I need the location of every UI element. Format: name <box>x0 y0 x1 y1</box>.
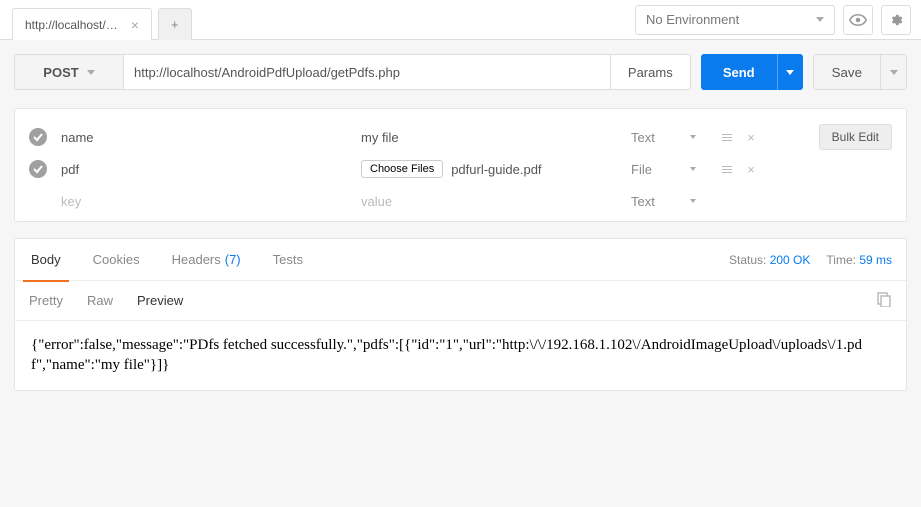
send-group: Send <box>701 54 803 90</box>
tab-cookies[interactable]: Cookies <box>91 239 142 281</box>
save-group: Save <box>813 54 907 90</box>
method-select[interactable]: POST <box>14 54 124 90</box>
response-body: {"error":false,"message":"PDfs fetched s… <box>15 321 906 390</box>
chevron-down-icon <box>690 167 696 171</box>
view-pretty[interactable]: Pretty <box>29 293 63 308</box>
topbar-right: No Environment <box>635 0 921 39</box>
gear-icon <box>889 13 903 27</box>
time-label: Time: <box>826 253 856 267</box>
drag-icon <box>722 166 732 173</box>
settings-button[interactable] <box>881 5 911 35</box>
send-dropdown-button[interactable] <box>777 54 803 90</box>
param-type-dropdown[interactable] <box>681 135 705 139</box>
new-tab-button[interactable]: + <box>158 8 192 40</box>
delete-row-button[interactable]: × <box>739 125 763 149</box>
eye-icon <box>849 14 867 26</box>
method-label: POST <box>43 65 78 80</box>
tab-body[interactable]: Body <box>29 239 63 281</box>
drag-handle[interactable] <box>715 125 739 149</box>
row-enable-toggle <box>29 192 47 210</box>
request-tab[interactable]: http://localhost/Andro × <box>12 8 152 40</box>
chevron-down-icon <box>87 70 95 75</box>
param-type-dropdown[interactable] <box>681 199 705 203</box>
environment-label: No Environment <box>646 12 739 27</box>
param-key[interactable]: pdf <box>61 162 361 177</box>
row-enable-toggle[interactable] <box>29 160 47 178</box>
check-icon <box>33 132 43 142</box>
request-builder: POST Params Send Save name my file Text … <box>0 40 921 222</box>
tab-tests[interactable]: Tests <box>271 239 305 281</box>
delete-row-button[interactable]: × <box>739 157 763 181</box>
param-type: File <box>631 162 681 177</box>
tab-strip: http://localhost/Andro × + <box>0 0 192 39</box>
tab-headers[interactable]: Headers (7) <box>170 239 243 281</box>
send-button[interactable]: Send <box>701 54 777 90</box>
save-dropdown-button[interactable] <box>881 54 907 90</box>
param-row: pdf Choose Files pdfurl-guide.pdf File × <box>15 153 906 185</box>
chevron-down-icon <box>816 17 824 22</box>
close-icon: × <box>747 130 755 145</box>
status-label: Status: <box>729 253 766 267</box>
time-value: 59 ms <box>859 253 892 267</box>
response-panel: Body Cookies Headers (7) Tests Status: 2… <box>14 238 907 391</box>
param-value[interactable]: Choose Files pdfurl-guide.pdf <box>361 160 631 178</box>
tab-title: http://localhost/Andro <box>25 18 123 32</box>
environment-select[interactable]: No Environment <box>635 5 835 35</box>
response-tabs: Body Cookies Headers (7) Tests Status: 2… <box>15 239 906 281</box>
check-icon <box>33 164 43 174</box>
param-type: Text <box>631 194 681 209</box>
tab-headers-label: Headers <box>172 252 221 267</box>
copy-icon <box>876 291 892 307</box>
close-icon: × <box>747 162 755 177</box>
row-actions: × <box>715 125 763 149</box>
drag-handle[interactable] <box>715 157 739 181</box>
row-actions: × <box>715 157 763 181</box>
copy-button[interactable] <box>876 291 892 310</box>
headers-count: (7) <box>225 252 241 267</box>
save-button[interactable]: Save <box>813 54 881 90</box>
url-input[interactable] <box>124 54 611 90</box>
bulk-edit-button[interactable]: Bulk Edit <box>819 124 892 150</box>
file-name: pdfurl-guide.pdf <box>451 162 541 177</box>
drag-icon <box>722 134 732 141</box>
url-row: POST Params Send Save <box>14 54 907 90</box>
view-preview[interactable]: Preview <box>137 293 183 308</box>
close-icon[interactable]: × <box>131 17 139 33</box>
param-row-empty: key value Text <box>15 185 906 217</box>
param-type-dropdown[interactable] <box>681 167 705 171</box>
param-key[interactable]: name <box>61 130 361 145</box>
row-enable-toggle[interactable] <box>29 128 47 146</box>
chevron-down-icon <box>690 135 696 139</box>
status-value: 200 OK <box>770 253 811 267</box>
app-topbar: http://localhost/Andro × + No Environmen… <box>0 0 921 40</box>
param-type: Text <box>631 130 681 145</box>
chevron-down-icon <box>890 70 898 75</box>
quick-look-button[interactable] <box>843 5 873 35</box>
param-row: name my file Text × Bulk Edit <box>15 121 906 153</box>
param-value-placeholder[interactable]: value <box>361 194 631 209</box>
chevron-down-icon <box>786 70 794 75</box>
view-raw[interactable]: Raw <box>87 293 113 308</box>
body-params-panel: name my file Text × Bulk Edit pdf Choose… <box>14 108 907 222</box>
param-key-placeholder[interactable]: key <box>61 194 361 209</box>
choose-files-button[interactable]: Choose Files <box>361 160 443 178</box>
view-mode-row: Pretty Raw Preview <box>15 281 906 321</box>
response-meta: Status: 200 OK Time: 59 ms <box>729 253 892 267</box>
param-value[interactable]: my file <box>361 130 631 145</box>
params-button[interactable]: Params <box>611 54 691 90</box>
chevron-down-icon <box>690 199 696 203</box>
